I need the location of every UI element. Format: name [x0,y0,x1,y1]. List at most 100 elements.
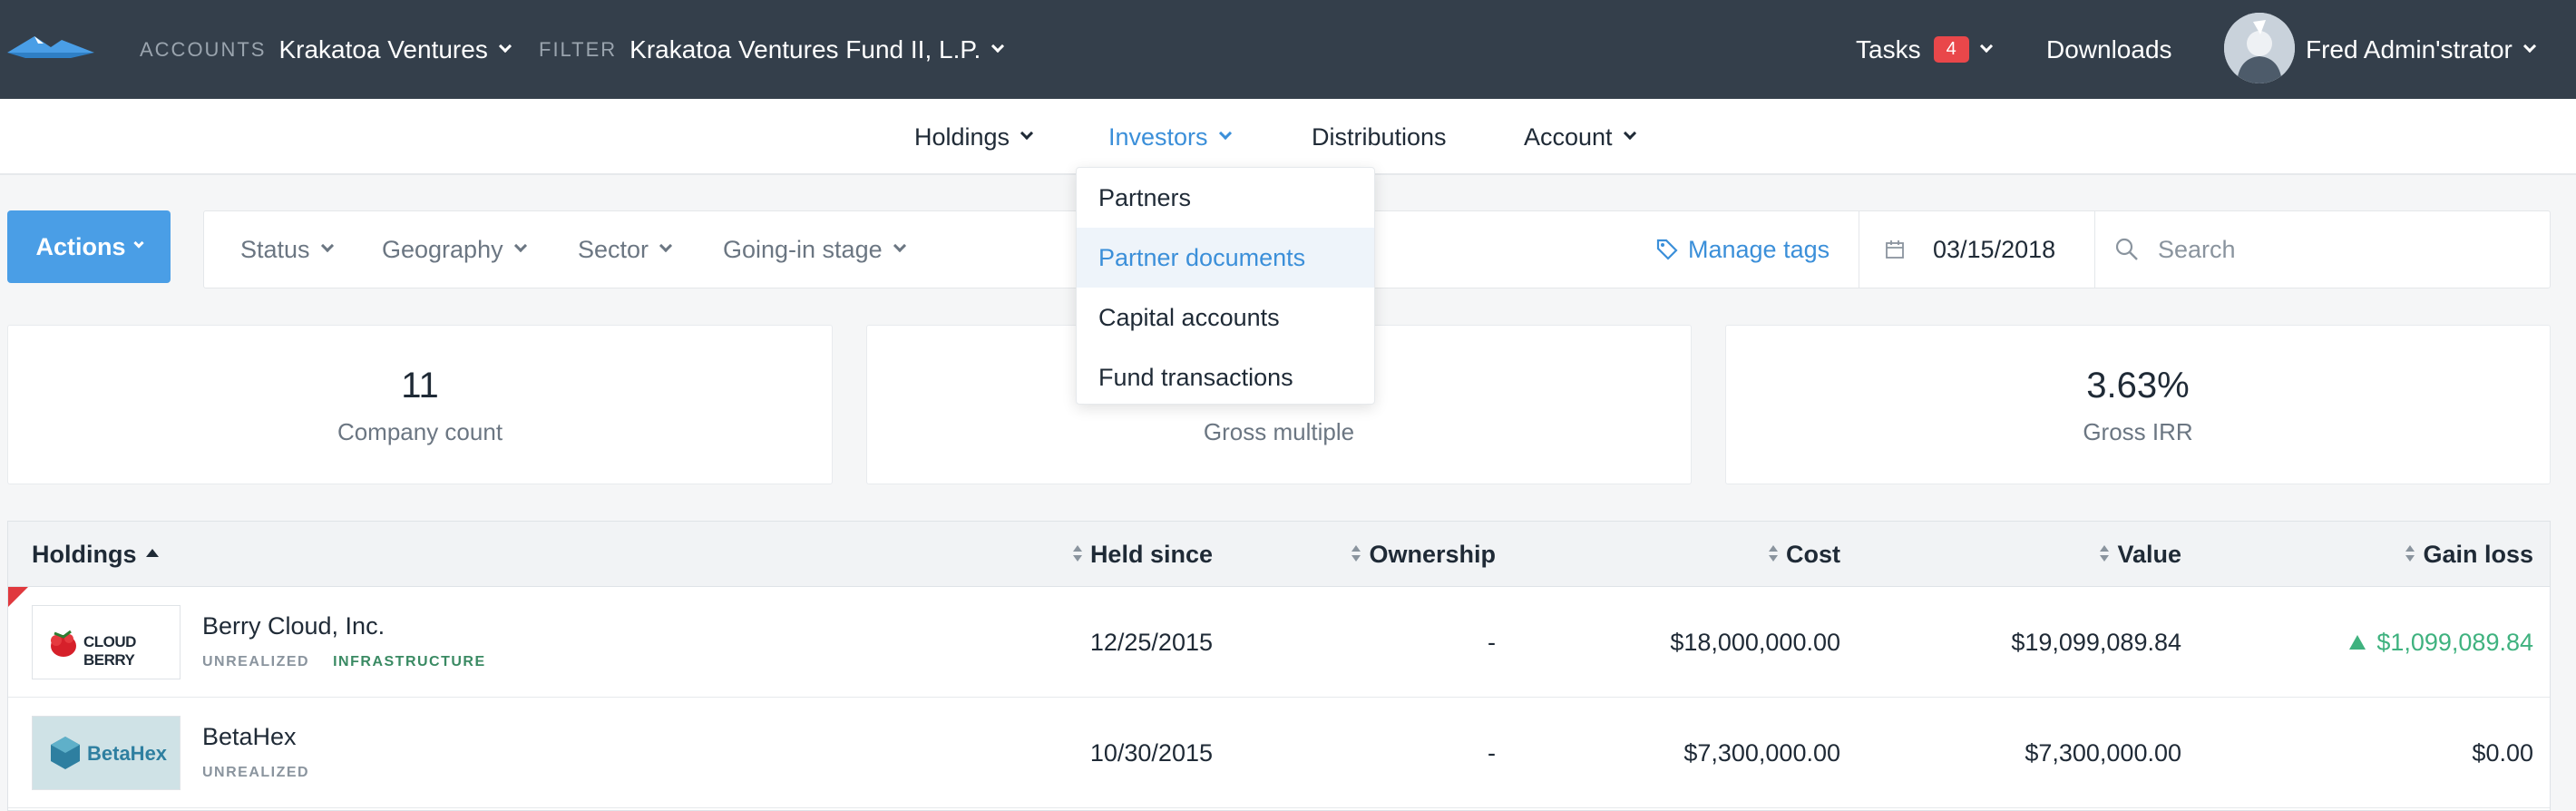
logo-text: CLOUD BERRY [83,633,136,669]
column-header-label: Gain loss [2423,540,2533,568]
logo-text: BetaHex [87,742,168,765]
chevron-down-icon [991,39,1005,53]
column-header-held-since[interactable]: Held since [915,522,1213,587]
filter-geography[interactable]: Geography [382,211,527,288]
avatar[interactable] [2224,13,2295,83]
table-row[interactable]: BetaHex BetaHex UNREALIZED 10/30/2015 - … [8,698,2550,808]
sort-icon [2099,544,2110,564]
search-input[interactable]: Search [2114,211,2532,288]
column-header-label: Held since [1089,540,1213,568]
sort-ascending-icon [145,548,159,557]
column-header-value[interactable]: Value [1895,522,2181,587]
downloads-link[interactable]: Downloads [2046,0,2172,99]
menu-item-fund-transactions[interactable]: Fund transactions [1077,347,1374,407]
nav-investors-label: Investors [1108,122,1208,151]
stat-value: 3.63% [2086,366,2190,406]
gain-loss-cell: $1,099,089.84 [2221,587,2533,698]
nav-holdings[interactable]: Holdings [914,99,1034,175]
nav-distributions-label: Distributions [1312,122,1447,151]
company-name[interactable]: Berry Cloud, Inc. [202,612,385,640]
tasks-count-badge: 4 [1933,36,1969,63]
main-nav: Holdings Investors Distributions Account [0,99,2576,175]
company-name[interactable]: BetaHex [202,723,297,751]
menu-item-partner-documents[interactable]: Partner documents [1077,228,1374,288]
tag-icon [1656,239,1678,260]
gain-loss-cell: $0.00 [2472,738,2533,767]
user-avatar-icon [2224,13,2295,83]
nav-investors[interactable]: Investors [1108,99,1232,175]
held-since-cell: 10/30/2015 [1089,738,1213,767]
tasks-menu[interactable]: Tasks 4 [1856,0,1993,99]
filter-sector-label: Sector [578,235,649,263]
manage-tags-link[interactable]: Manage tags [1655,211,1830,288]
filter-sector[interactable]: Sector [578,211,673,288]
value-cell: $19,099,089.84 [2011,628,2181,656]
manage-tags-label: Manage tags [1688,235,1830,263]
cost-cell: $18,000,000.00 [1670,628,1840,656]
gain-loss-value: $1,099,089.84 [2376,628,2533,656]
stat-label: Company count [337,418,503,445]
menu-item-capital-accounts[interactable]: Capital accounts [1077,288,1374,347]
filter-value: Krakatoa Ventures Fund II, L.P. [629,34,981,64]
sort-icon [1072,544,1083,564]
chevron-down-icon [1623,126,1636,141]
fund-filter[interactable]: FILTER Krakatoa Ventures Fund II, L.P. [539,0,1005,99]
top-bar: ACCOUNTS Krakatoa Ventures FILTER Krakat… [0,0,2576,99]
nav-distributions[interactable]: Distributions [1312,99,1447,175]
company-logo: CLOUD BERRY [32,605,181,679]
actions-button[interactable]: Actions [7,210,171,283]
gain-up-icon [2349,635,2366,650]
brand-logo-icon[interactable] [7,31,94,60]
filter-going-in-stage-label: Going-in stage [723,235,883,263]
tasks-label: Tasks [1856,34,1921,64]
stat-value: 11 [401,366,439,406]
cost-cell: $7,300,000.00 [1683,738,1840,767]
column-header-label: Ownership [1369,540,1496,568]
search-placeholder: Search [2158,235,2236,263]
held-since-cell: 12/25/2015 [1089,628,1213,656]
user-menu[interactable]: Fred Admin'strator [2306,0,2536,99]
company-tags: UNREALIZED INFRASTRUCTURE [202,654,510,670]
chevron-down-icon [320,239,334,253]
column-header-holdings[interactable]: Holdings [32,522,159,587]
sector-tag: INFRASTRUCTURE [333,654,486,669]
filter-bar: Status Geography Sector Going-in stage M… [203,210,2551,288]
chevron-down-icon [893,239,906,253]
filter-status[interactable]: Status [240,211,334,288]
chevron-down-icon [659,239,673,253]
column-header-label: Value [2117,540,2181,568]
status-tag: UNREALIZED [202,654,310,669]
nav-account-label: Account [1524,122,1613,151]
account-switcher[interactable]: ACCOUNTS Krakatoa Ventures [140,0,512,99]
filter-going-in-stage[interactable]: Going-in stage [723,211,906,288]
status-tag: UNREALIZED [202,765,310,780]
date-value: 03/15/2018 [1933,235,2056,263]
stat-card-company-count: 11 Company count [7,325,833,484]
filter-label: FILTER [539,37,618,61]
accounts-label: ACCOUNTS [140,37,267,61]
table-row[interactable]: CLOUD BERRY Berry Cloud, Inc. UNREALIZED… [8,587,2550,698]
stat-label: Gross IRR [2083,418,2193,445]
date-picker[interactable]: 03/15/2018 [1884,211,2055,288]
column-header-ownership[interactable]: Ownership [1224,522,1496,587]
menu-item-partners[interactable]: Partners [1077,168,1374,228]
filter-geography-label: Geography [382,235,503,263]
search-icon [2115,238,2138,260]
column-header-cost[interactable]: Cost [1550,522,1840,587]
chevron-down-icon [1020,126,1034,141]
downloads-label: Downloads [2046,34,2172,64]
ownership-cell: - [1488,738,1496,767]
sort-icon [1768,544,1779,564]
company-logo: BetaHex [32,716,181,790]
actions-label: Actions [35,232,126,260]
column-header-gain-loss[interactable]: Gain loss [2221,522,2533,587]
chevron-down-icon [1218,126,1232,141]
investors-dropdown-menu: Partners Partner documents Capital accou… [1076,167,1375,405]
chevron-down-icon [2522,39,2536,53]
nav-account[interactable]: Account [1524,99,1636,175]
account-name: Krakatoa Ventures [278,34,488,64]
filter-status-label: Status [240,235,310,263]
ownership-cell: - [1488,628,1496,656]
sort-icon [2405,544,2415,564]
holdings-table: Holdings Held since Ownership Cost Value… [7,521,2551,811]
